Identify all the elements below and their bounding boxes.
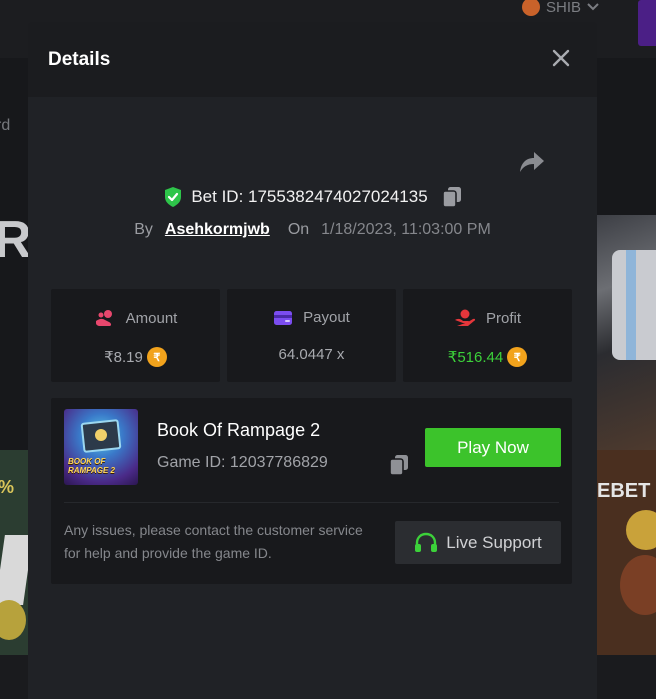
amount-value-row: ₹8.19 ₹ (104, 347, 167, 367)
live-support-label: Live Support (446, 532, 542, 552)
amount-label: Amount (125, 309, 178, 327)
divider (64, 502, 559, 503)
book-gem (95, 429, 107, 441)
rupee-coin-icon: ₹ (507, 347, 528, 367)
profit-box: Profit ₹516.44 ₹ (403, 289, 572, 382)
left-banner-text: % (0, 477, 14, 498)
bet-id-row: Bet ID: 1755382474027024135 (28, 186, 597, 208)
chevron-down-icon (587, 3, 599, 11)
details-modal: Details Bet ID: 1755382474027024135 By A… (28, 22, 597, 699)
amount-icon (95, 310, 112, 326)
amount-label-row: Amount (94, 309, 178, 327)
bet-meta-row: By Asehkormjwb On 1/18/2023, 11:03:00 PM (28, 221, 597, 239)
thumbnail-title: BOOK OF RAMPAGE 2 (68, 457, 115, 475)
currency-label: SHIB (546, 0, 582, 16)
by-label: By (134, 221, 153, 238)
profit-label: Profit (485, 309, 521, 327)
currency-selector[interactable]: SHIB (522, 0, 599, 16)
game-name: Book Of Rampage 2 (157, 420, 321, 440)
headset-icon (415, 532, 438, 552)
bet-id: Bet ID: 1755382474027024135 (191, 187, 428, 206)
shib-coin-icon (522, 0, 540, 16)
share-icon[interactable] (519, 150, 545, 174)
game-thumbnail[interactable]: BOOK OF RAMPAGE 2 (64, 409, 138, 485)
bet-datetime: 1/18/2023, 11:03:00 PM (321, 221, 491, 238)
support-text: Any issues, please contact the customer … (64, 522, 363, 561)
amount-box: Amount ₹8.19 ₹ (51, 289, 220, 382)
payout-label: Payout (303, 309, 350, 326)
copy-icon[interactable] (441, 186, 462, 208)
game-panel: BOOK OF RAMPAGE 2 Book Of Rampage 2 Game… (51, 398, 572, 584)
bet-stats: Amount ₹8.19 ₹ Payout 64.0447 x Profit ₹… (51, 289, 572, 382)
jersey-stripe (626, 250, 636, 360)
game-id: Game ID: 12037786829 (157, 454, 328, 471)
deposit-button[interactable] (638, 0, 656, 46)
right-banner-text: EBET (597, 480, 651, 502)
profit-icon (454, 309, 476, 326)
background-text: rd (0, 117, 11, 134)
rupee-coin-icon: ₹ (146, 347, 167, 367)
payout-label-row: Payout (273, 309, 350, 326)
profit-label-row: Profit (454, 309, 521, 327)
modal-title: Details (48, 48, 111, 70)
on-label: On (287, 221, 310, 238)
amount-value: ₹8.19 (104, 349, 143, 366)
profit-value: ₹516.44 (447, 349, 504, 366)
payout-wallet-icon (274, 310, 293, 325)
modal-header: Details (28, 22, 597, 97)
payout-value: 64.0447 x (278, 346, 345, 363)
close-icon[interactable] (551, 48, 571, 68)
username-link[interactable]: Asehkormjwb (165, 221, 270, 239)
copy-icon[interactable] (389, 454, 409, 476)
shield-check-icon (165, 187, 182, 207)
live-support-button[interactable]: Live Support (395, 521, 561, 564)
play-now-button[interactable]: Play Now (425, 428, 561, 467)
payout-box: Payout 64.0447 x (227, 289, 396, 382)
payout-value-row: 64.0447 x (279, 346, 345, 363)
profit-value-row: ₹516.44 ₹ (447, 347, 528, 367)
